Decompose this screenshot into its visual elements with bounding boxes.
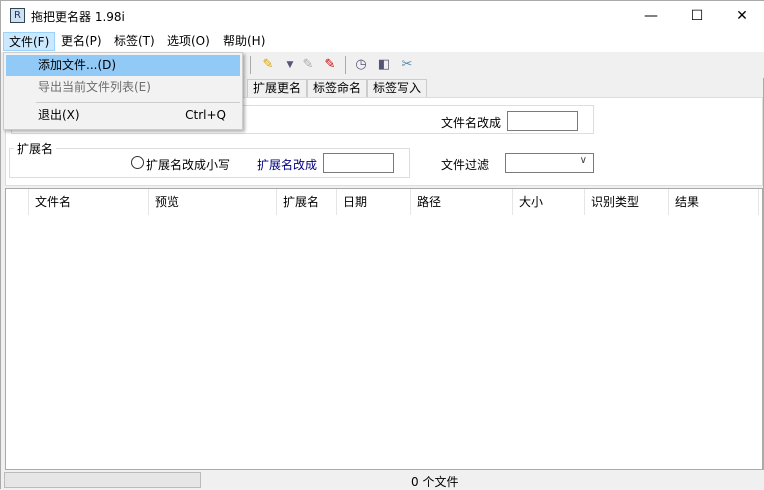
progress-bar	[4, 472, 201, 488]
app-window: R 拖把更名器 1.98i — ☐ ✕ 文件(F) 更名(P) 标签(T) 选项…	[0, 0, 764, 490]
file-count: 0 个文件	[411, 475, 459, 489]
file-filter-select[interactable]: ∨	[505, 153, 594, 173]
close-button[interactable]: ✕	[719, 1, 764, 31]
menu-file[interactable]: 文件(F)	[3, 32, 56, 51]
column-header-extension[interactable]: 扩展名	[277, 189, 337, 215]
column-header-result[interactable]: 结果	[669, 189, 759, 215]
maximize-button[interactable]: ☐	[674, 1, 720, 31]
panel-icon[interactable]: ◧	[375, 56, 393, 74]
tab-ext-rename[interactable]: 扩展更名	[247, 79, 308, 98]
app-icon: R	[10, 8, 25, 23]
menu-item-exit[interactable]: 退出(X) Ctrl+Q	[6, 105, 240, 126]
rename-to-input[interactable]	[507, 111, 578, 131]
menu-help[interactable]: 帮助(H)	[218, 32, 270, 51]
clock-icon[interactable]: ◷	[352, 56, 370, 74]
menu-rename[interactable]: 更名(P)	[56, 32, 107, 51]
toolbar-separator	[250, 56, 251, 74]
rename-to-label: 文件名改成	[441, 116, 502, 130]
remove-icon[interactable]: ✎	[321, 56, 339, 74]
column-header-blank	[6, 189, 29, 215]
tab-tag-naming[interactable]: 标签命名	[307, 79, 368, 98]
chevron-down-icon: ∨	[579, 155, 587, 166]
menu-tag[interactable]: 标签(T)	[109, 32, 160, 51]
menu-item-exit-shortcut: Ctrl+Q	[185, 108, 226, 122]
dropdown-arrow-icon[interactable]: ▼	[281, 56, 299, 74]
file-list[interactable]	[5, 188, 763, 470]
window-title: 拖把更名器 1.98i	[31, 10, 125, 24]
open-folder-icon[interactable]: ✎	[259, 56, 277, 74]
menu-options[interactable]: 选项(O)	[162, 32, 215, 51]
tab-tag-write[interactable]: 标签写入	[367, 79, 428, 98]
file-menu-dropdown: 添加文件...(D) 导出当前文件列表(E) 退出(X) Ctrl+Q	[3, 52, 243, 130]
menu-item-export-list: 导出当前文件列表(E)	[38, 80, 151, 94]
ext-rename-input[interactable]	[323, 153, 394, 173]
column-header-filename[interactable]: 文件名	[29, 189, 149, 215]
column-header-date[interactable]: 日期	[337, 189, 411, 215]
menu-separator	[36, 102, 240, 103]
pin-icon[interactable]: ✂	[398, 56, 416, 74]
file-filter-label: 文件过滤	[441, 158, 490, 172]
title-bar: R 拖把更名器 1.98i — ☐ ✕	[1, 1, 764, 31]
minimize-button[interactable]: —	[628, 1, 674, 31]
column-header-preview[interactable]: 预览	[149, 189, 277, 215]
edit-disabled-icon: ✎	[302, 57, 314, 72]
toolbar-separator	[345, 56, 346, 74]
column-header-path[interactable]: 路径	[411, 189, 513, 215]
column-header-size[interactable]: 大小	[513, 189, 585, 215]
menu-item-add-files[interactable]: 添加文件...(D)	[6, 55, 240, 76]
menu-item-exit-label: 退出(X)	[38, 108, 80, 122]
column-header-type[interactable]: 识别类型	[585, 189, 669, 215]
ext-lowercase-label[interactable]: 扩展名改成小写	[146, 156, 230, 173]
ext-rename-label: 扩展名改成	[257, 158, 318, 172]
ext-lowercase-radio[interactable]	[131, 156, 144, 169]
extension-group-label: 扩展名	[14, 140, 57, 157]
